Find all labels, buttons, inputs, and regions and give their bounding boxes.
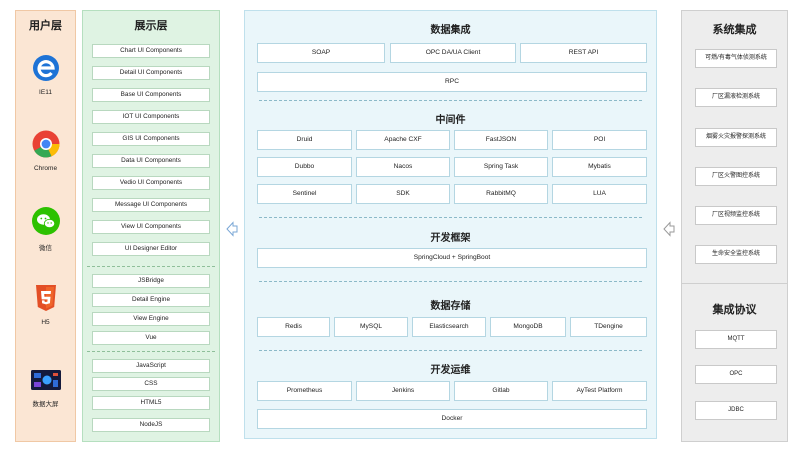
data-storage-item: MySQL [334,317,408,337]
middleware-item: POI [552,130,647,150]
dev-framework-title: 开发框架 [430,233,471,244]
data-storage-title: 数据存储 [430,301,471,312]
user-item-wechat: 微信 [16,206,75,252]
system-item: 厂区漏液检测系统 [695,88,777,107]
data-storage-item: Elasticsearch [412,317,486,337]
middleware-item: RabbitMQ [454,184,548,204]
user-item-label: IE11 [39,89,52,96]
display-item: CSS [92,377,210,391]
display-item: Vedio UI Components [92,176,210,190]
user-item-chrome: Chrome [16,129,75,172]
section-divider [259,350,642,351]
user-layer-panel: 用户层 IE11 Chrome 微信 H5 数据大屏 [15,10,76,442]
display-item: UI Designer Editor [92,242,210,256]
data-integration-title: 数据集成 [430,25,471,36]
display-item: Detail Engine [92,293,210,307]
arrow-left-icon [663,221,675,237]
middleware-item: SDK [356,184,450,204]
middleware-item: Dubbo [257,157,352,177]
data-storage-item: MongoDB [490,317,566,337]
devops-item: Prometheus [257,381,352,401]
system-item: 厂区火警图控系统 [695,167,777,186]
middleware-item: Druid [257,130,352,150]
middleware-title: 中间件 [435,115,466,126]
devops-docker: Docker [257,409,647,429]
middleware-item: Apache CXF [356,130,450,150]
middleware-item: LUA [552,184,647,204]
html5-icon [31,283,61,313]
data-integration-item: REST API [520,43,647,63]
data-storage-item: TDengine [570,317,647,337]
middleware-item: Sentinel [257,184,352,204]
middleware-item: Spring Task [454,157,548,177]
system-item: 可燃/有毒气体侦测系统 [695,49,777,68]
user-item-ie11: IE11 [16,53,75,96]
section-divider [259,281,642,282]
data-storage-item: Redis [257,317,330,337]
center-panel: 数据集成 SOAP OPC DA/UA Client REST API RPC … [244,10,657,439]
data-integration-item: SOAP [257,43,385,63]
system-item: 烟雾火灾报警探测系统 [695,128,777,147]
middleware-item: FastJSON [454,130,548,150]
system-integration-title: 系统集成 [712,24,757,36]
display-layer-panel: 展示层 Chart UI Components Detail UI Compon… [82,10,220,442]
dashboard-icon [30,368,62,392]
display-item: Message UI Components [92,198,210,212]
arrow-left-icon [226,221,238,237]
user-item-dashboard: 数据大屏 [16,368,75,408]
system-item: 生命安全监控系统 [695,245,777,264]
display-divider [87,266,215,267]
display-item: IOT UI Components [92,110,210,124]
display-item: Data UI Components [92,154,210,168]
system-item: 厂区视频监控系统 [695,206,777,225]
user-item-label: H5 [41,319,50,326]
middleware-item: Nacos [356,157,450,177]
protocol-item: MQTT [695,330,777,349]
display-item: JavaScript [92,359,210,373]
protocol-item: OPC [695,365,777,384]
display-item: Base UI Components [92,88,210,102]
display-layer-title: 展示层 [134,20,168,32]
devops-item: Gitlab [454,381,548,401]
display-item: JSBridge [92,274,210,288]
devops-item: Jenkins [356,381,450,401]
user-item-label: 微信 [39,245,52,252]
display-item: Vue [92,331,210,345]
dev-framework-item: SpringCloud + SpringBoot [257,248,647,268]
data-integration-item: OPC DA/UA Client [390,43,516,63]
system-divider [682,283,787,284]
devops-item: AyTest Platform [552,381,647,401]
wechat-icon [31,206,61,236]
display-item: GIS UI Components [92,132,210,146]
protocols-title: 集成协议 [712,304,757,316]
section-divider [259,217,642,218]
user-item-h5: H5 [16,283,75,326]
display-item: View UI Components [92,220,210,234]
protocol-item: JDBC [695,401,777,420]
chrome-icon [31,129,61,159]
system-integration-panel: 系统集成 可燃/有毒气体侦测系统 厂区漏液检测系统 烟雾火灾报警探测系统 厂区火… [681,10,788,442]
data-integration-rpc: RPC [257,72,647,92]
devops-title: 开发运维 [430,365,471,376]
user-layer-title: 用户层 [29,20,62,32]
display-item: Chart UI Components [92,44,210,58]
user-item-label: Chrome [33,165,58,172]
section-divider [259,100,642,101]
display-item: View Engine [92,312,210,326]
user-item-label: 数据大屏 [32,401,59,408]
display-item: Detail UI Components [92,66,210,80]
middleware-item: Mybatis [552,157,647,177]
display-divider [87,351,215,352]
ie-icon [31,53,61,83]
display-item: HTML5 [92,396,210,410]
display-item: NodeJS [92,418,210,432]
